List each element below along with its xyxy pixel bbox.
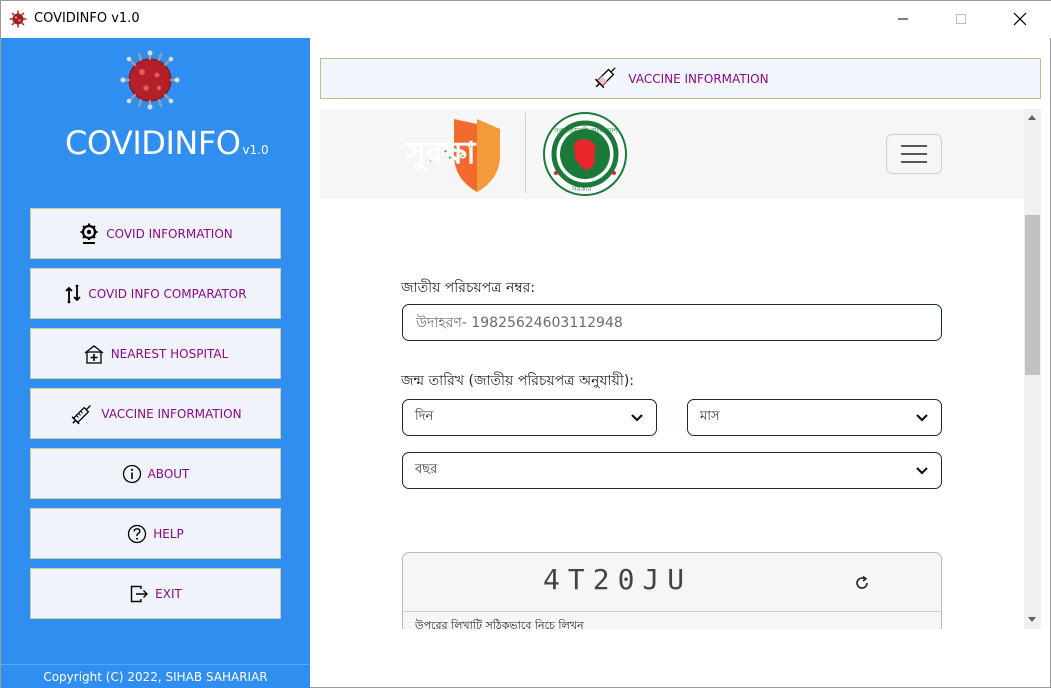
compare-arrows-icon [64, 284, 82, 304]
nav-vaccine-information[interactable]: VACCINE INFORMATION [30, 388, 281, 439]
app-brand: COVIDINFO v1.0 [65, 124, 269, 162]
captcha-code: 4T20JU [543, 563, 693, 596]
minimize-icon [898, 18, 908, 20]
web-view: সুরক্ষা গণপ্রজাতন্ত্রী বাংলাদেশ সরকার জা… [320, 109, 1041, 629]
brand-version: v1.0 [242, 143, 269, 157]
suraksha-logo: সুরক্ষা [406, 119, 500, 192]
gov-seal-text-top: গণপ্রজাতন্ত্রী বাংলাদেশ [554, 126, 618, 135]
refresh-captcha-button[interactable] [854, 575, 870, 595]
month-select-value: মাস [700, 409, 720, 424]
nav-label: EXIT [155, 586, 182, 601]
nid-label: জাতীয় পরিচয়পত্র নম্বর: [401, 280, 536, 296]
chevron-down-icon [631, 413, 643, 422]
exit-icon [129, 584, 149, 604]
captcha-box: 4T20JU উপরের লিখাটি সঠিকভাবে নিচে লিখুন [402, 552, 942, 629]
maximize-icon [956, 14, 966, 24]
title-bar: COVIDINFO v1.0 [1, 1, 1051, 38]
virus-icon [9, 10, 27, 28]
webview-scrollbar[interactable] [1024, 109, 1041, 629]
nav-covid-information[interactable]: COVID INFORMATION [30, 208, 281, 259]
virus-logo-icon [120, 50, 180, 110]
minimize-button[interactable] [880, 1, 926, 37]
nav-label: COVID INFO COMPARATOR [88, 286, 247, 301]
nid-placeholder: উদাহরণ- 19825624603112948 [416, 314, 623, 331]
hamburger-icon-line [901, 153, 927, 155]
section-title: VACCINE INFORMATION [628, 71, 769, 86]
menu-toggle-button[interactable] [886, 134, 942, 174]
syringe-icon [69, 402, 95, 426]
day-select[interactable]: দিন [402, 399, 657, 436]
nav-covid-info-comparator[interactable]: COVID INFO COMPARATOR [30, 268, 281, 319]
nav-help[interactable]: HELP [30, 508, 281, 559]
nav-label: VACCINE INFORMATION [101, 406, 242, 421]
nav-label: NEAREST HOSPITAL [110, 346, 229, 361]
hamburger-icon-line [901, 145, 927, 147]
year-select-value: বছর [415, 462, 438, 477]
nav-nearest-hospital[interactable]: NEAREST HOSPITAL [30, 328, 281, 379]
sidebar-footer: Copyright (C) 2022, SIHAB SAHARIAR [1, 664, 310, 688]
nid-input[interactable]: উদাহরণ- 19825624603112948 [402, 304, 942, 341]
copyright-text: Copyright (C) 2022, SIHAB SAHARIAR [43, 670, 268, 684]
captcha-hint: উপরের লিখাটি সঠিকভাবে নিচে লিখুন [415, 619, 584, 629]
close-icon [1013, 12, 1027, 26]
site-navbar: সুরক্ষা গণপ্রজাতন্ত্রী বাংলাদেশ সরকার [320, 109, 1024, 199]
covid-gear-icon [78, 223, 100, 245]
help-icon [127, 524, 147, 544]
scrollbar-thumb[interactable] [1025, 215, 1040, 375]
chevron-down-icon [916, 466, 928, 475]
brand-name: COVIDINFO [65, 124, 241, 162]
nav-label: COVID INFORMATION [106, 226, 233, 241]
hamburger-icon-line [901, 161, 927, 163]
government-seal-logo: গণপ্রজাতন্ত্রী বাংলাদেশ সরকার [543, 112, 627, 196]
refresh-icon [856, 575, 868, 589]
nav-exit[interactable]: EXIT [30, 568, 281, 619]
hospital-icon [83, 344, 105, 364]
logo-divider [525, 113, 526, 193]
info-icon [122, 464, 142, 484]
dob-label: জন্ম তারিখ (জাতীয় পরিচয়পত্র অনুযায়ী): [401, 373, 635, 389]
maximize-button[interactable] [938, 1, 984, 37]
chevron-down-icon [916, 413, 928, 422]
syringe-icon [592, 63, 620, 95]
scroll-down-arrow-icon[interactable] [1028, 617, 1036, 622]
section-header: VACCINE INFORMATION [320, 58, 1041, 99]
sidebar: COVIDINFO v1.0 COVID INFORMATION COVID IN… [1, 38, 310, 688]
close-button[interactable] [997, 1, 1043, 37]
window-title: COVIDINFO v1.0 [34, 11, 140, 26]
scroll-up-arrow-icon[interactable] [1028, 115, 1036, 120]
nav-label: ABOUT [147, 466, 190, 481]
nav-about[interactable]: ABOUT [30, 448, 281, 499]
month-select[interactable]: মাস [687, 399, 942, 436]
nav-label: HELP [153, 526, 184, 541]
app-window: COVIDINFO v1.0 COVIDINFO v1.0 COVID INFO… [0, 0, 1051, 688]
year-select[interactable]: বছর [402, 452, 942, 489]
gov-seal-text-bottom: সরকার [571, 185, 591, 193]
site-logo-text: সুরক্ষা [406, 136, 477, 172]
captcha-divider [403, 611, 941, 612]
day-select-value: দিন [415, 409, 434, 424]
